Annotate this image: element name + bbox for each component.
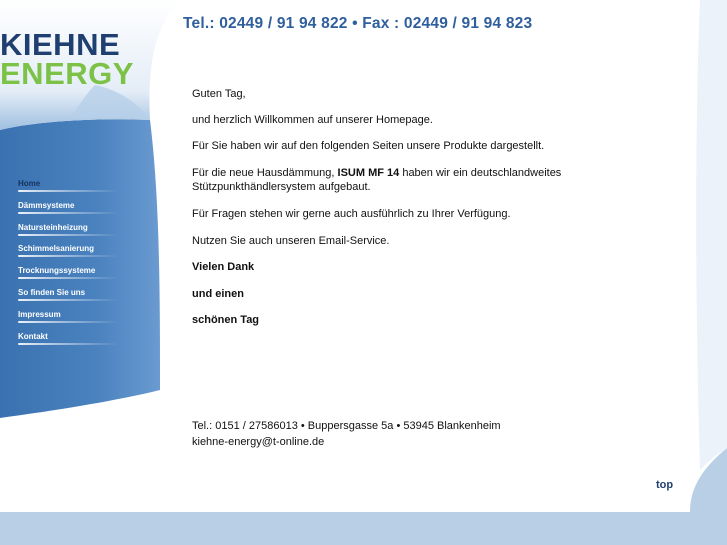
insulation-pre: Für die neue Hausdämmung, — [192, 167, 338, 179]
nav-item-label: Natursteinheizung — [18, 222, 88, 232]
nav-item-label: Home — [18, 179, 41, 188]
nav-item-impressum[interactable]: Impressum — [18, 307, 138, 329]
nav-item-label: Trocknungssysteme — [18, 266, 96, 276]
nav-item-home[interactable]: Home — [18, 176, 138, 198]
nav-item-label: So finden Sie uns — [18, 287, 86, 297]
back-to-top-link[interactable]: top — [656, 479, 673, 491]
questions-text: Für Fragen stehen wir gerne auch ausführ… — [192, 208, 511, 220]
nav-item-label: Schimmelsanierung — [18, 244, 95, 254]
thanks-text: Vielen Dank — [192, 261, 255, 273]
email-service-text: Nutzen Sie auch unseren Email-Service. — [192, 235, 390, 247]
nav-item-label: Impressum — [18, 309, 61, 319]
nav-item-kontakt[interactable]: Kontakt — [18, 329, 138, 351]
and-a-text: und einen — [192, 288, 244, 300]
product-name: ISUM MF 14 — [337, 167, 400, 179]
nav-item-so-finden-sie-uns[interactable]: So finden Sie uns — [18, 285, 138, 307]
nice-day-text: schönen Tag — [192, 314, 260, 326]
products-text: Für Sie haben wir auf den folgenden Seit… — [192, 140, 545, 152]
insulation-paragraph: Für die neue Hausdämmung, ISUM MF 14 hab… — [192, 166, 592, 194]
footer-address: Tel.: 0151 / 27586013 • Buppersgasse 5a … — [192, 420, 501, 432]
welcome-text: und herzlich Willkommen auf unserer Home… — [192, 114, 433, 126]
footer-email[interactable]: kiehne-energy@t-online.de — [192, 434, 501, 450]
nav-item-natursteinheizung[interactable]: Natursteinheizung — [18, 220, 138, 242]
logo-energy: ENERGY — [0, 56, 134, 91]
nav-item-label: Kontakt — [18, 331, 48, 341]
footer: Tel.: 0151 / 27586013 • Buppersgasse 5a … — [192, 418, 501, 450]
contact-header: Tel.: 02449 / 91 94 822 • Fax : 02449 / … — [183, 15, 533, 32]
sidebar-nav: Home Dämmsysteme Natursteinheizung Schim… — [18, 176, 138, 350]
nav-item-daemmsysteme[interactable]: Dämmsysteme — [18, 198, 138, 220]
greeting-text: Guten Tag, — [192, 88, 246, 100]
nav-item-trocknungssysteme[interactable]: Trocknungssysteme — [18, 263, 138, 285]
nav-item-label: Dämmsysteme — [18, 200, 75, 210]
nav-item-schimmelsanierung[interactable]: Schimmelsanierung — [18, 241, 138, 263]
